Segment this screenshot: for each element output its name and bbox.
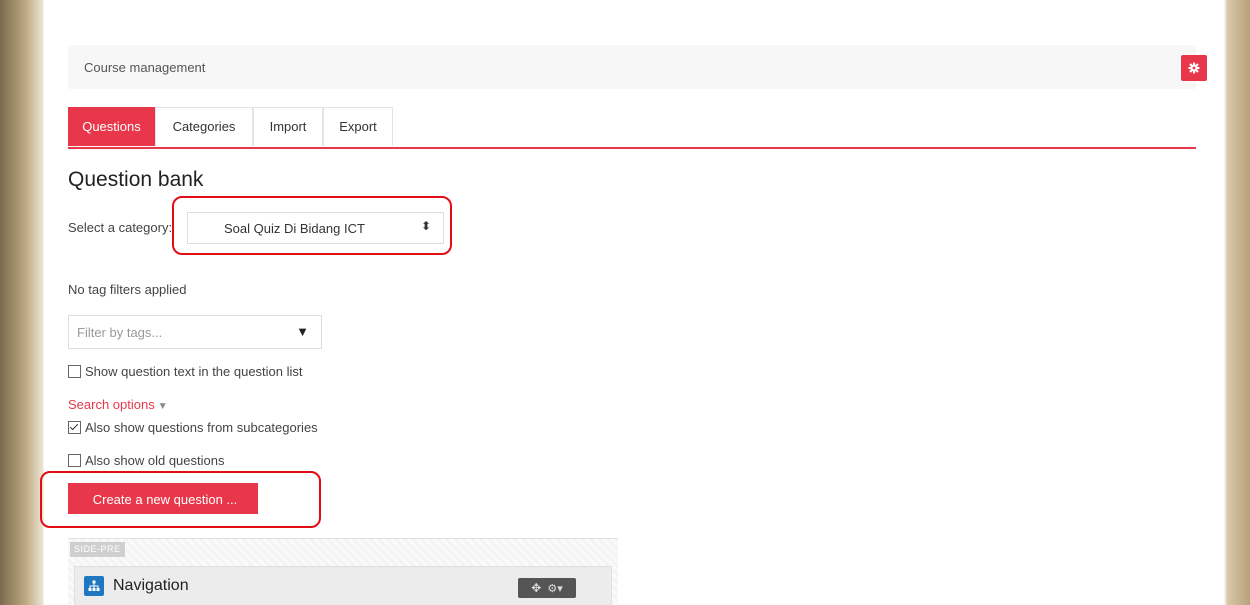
- dropdown-arrow-icon: ▼: [296, 324, 309, 339]
- block-region: SIDE-PRE Navigation ✥ ⚙▾: [68, 538, 618, 605]
- navigation-title[interactable]: Navigation: [113, 577, 189, 595]
- breadcrumb[interactable]: Course management: [84, 60, 205, 75]
- create-highlight-annotation: [40, 471, 321, 528]
- tab-import[interactable]: Import: [253, 107, 323, 146]
- page: Course management Questions Categories I…: [40, 0, 1222, 605]
- page-title: Question bank: [68, 168, 204, 191]
- subcategories-option[interactable]: Also show questions from subcategories: [68, 420, 318, 435]
- move-icon[interactable]: ✥: [531, 581, 541, 595]
- tab-categories[interactable]: Categories: [155, 107, 253, 146]
- old-questions-option[interactable]: Also show old questions: [68, 453, 224, 468]
- caret-down-icon: ▼: [157, 401, 168, 412]
- old-questions-checkbox[interactable]: [68, 454, 81, 467]
- category-highlight-annotation: [172, 196, 452, 255]
- tag-filter-placeholder: Filter by tags...: [77, 325, 163, 340]
- navigation-block: Navigation ✥ ⚙▾: [74, 566, 612, 605]
- old-questions-label: Also show old questions: [85, 453, 225, 468]
- subcategories-label: Also show questions from subcategories: [85, 420, 318, 435]
- block-controls: ✥ ⚙▾: [518, 578, 576, 598]
- tab-questions[interactable]: Questions: [68, 107, 155, 146]
- search-options-link[interactable]: Search options ▼: [68, 397, 168, 412]
- question-bank-tabs: Questions Categories Import Export: [68, 107, 1196, 149]
- navigation-icon: [84, 576, 104, 596]
- search-options-label: Search options: [68, 397, 155, 412]
- region-tag: SIDE-PRE: [70, 542, 125, 557]
- settings-gear-button[interactable]: [1181, 55, 1207, 81]
- tab-export[interactable]: Export: [323, 107, 393, 146]
- show-question-text-label: Show question text in the question list: [85, 364, 303, 379]
- tag-filter-status: No tag filters applied: [68, 282, 187, 297]
- category-label: Select a category:: [68, 220, 173, 235]
- gear-icon: [1188, 62, 1200, 74]
- block-settings-icon[interactable]: ⚙▾: [547, 582, 562, 595]
- tag-filter-input[interactable]: Filter by tags... ▼: [68, 315, 322, 349]
- subcategories-checkbox[interactable]: [68, 421, 81, 434]
- show-question-text-checkbox[interactable]: [68, 365, 81, 378]
- show-question-text-option[interactable]: Show question text in the question list: [68, 364, 303, 379]
- breadcrumb-bar: Course management: [68, 45, 1207, 89]
